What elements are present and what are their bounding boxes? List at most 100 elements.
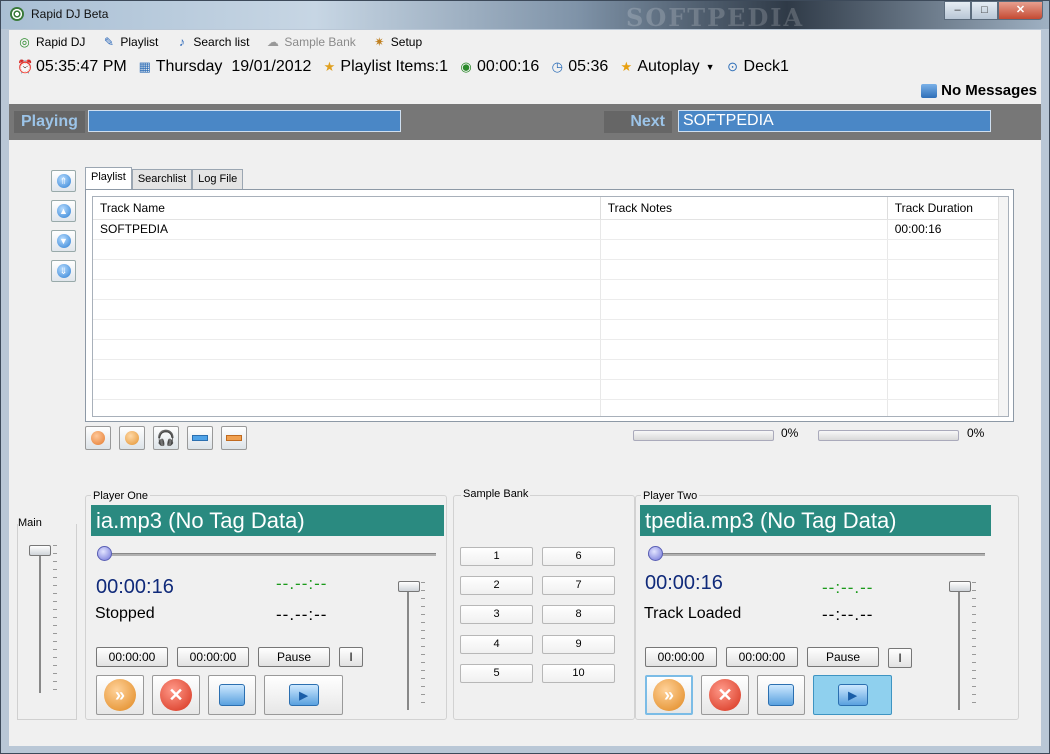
move-top-button[interactable]: ⇑ — [51, 170, 76, 192]
player-one-remaining: --.--:-- — [276, 605, 328, 624]
player-two-volume-track[interactable] — [958, 582, 960, 710]
total-time: ◉ 00:00:16 — [458, 58, 539, 76]
title-bar[interactable]: Rapid DJ Beta SOFTPEDIA – □ ✕ — [1, 1, 1049, 32]
player-two-start-time[interactable]: 00:00:00 — [645, 647, 717, 667]
cell-track-name: SOFTPEDIA — [93, 219, 601, 240]
player-one-seek-track[interactable] — [97, 553, 436, 556]
main-volume-track[interactable] — [39, 545, 41, 693]
player-two-title: tpedia.mp3 (No Tag Data) — [640, 505, 991, 536]
tab-searchlist[interactable]: Searchlist — [131, 169, 193, 189]
player-one-end-time[interactable]: 00:00:00 — [177, 647, 249, 667]
orange-bar-icon — [226, 435, 242, 441]
player-one-load-button[interactable]: » — [96, 675, 144, 715]
deck-selector[interactable]: ⊙ Deck1 — [725, 58, 789, 76]
minimize-button[interactable]: – — [944, 1, 971, 20]
cell-track-notes — [600, 219, 888, 240]
menu-sample-bank[interactable]: ☁ Sample Bank — [265, 34, 356, 50]
sample-button-2[interactable]: 2 — [460, 576, 533, 595]
move-bottom-button[interactable]: ⇓ — [51, 260, 76, 282]
deck-icon: ⊙ — [727, 59, 738, 74]
player-two-window-button[interactable] — [757, 675, 805, 715]
empty-row — [93, 339, 1008, 360]
close-button[interactable]: ✕ — [998, 1, 1043, 20]
remaining-time: ◷ 05:36 — [549, 58, 609, 76]
player-two-cue-button[interactable]: I — [888, 648, 912, 668]
calendar-icon: ▦ — [138, 59, 151, 74]
player-one-volume-slider[interactable] — [398, 581, 420, 593]
move-up-button[interactable]: ▲ — [51, 200, 76, 222]
progress-bar-1 — [633, 430, 774, 441]
player-one-title: ia.mp3 (No Tag Data) — [91, 505, 444, 536]
tab-strip: Playlist Searchlist Log File — [85, 167, 244, 189]
messages: No Messages — [921, 82, 1037, 99]
empty-row — [93, 359, 1008, 380]
close-red-icon: ✕ — [160, 679, 192, 711]
column-track-notes[interactable]: Track Notes — [600, 197, 888, 220]
player-two-load-button[interactable]: » — [645, 675, 693, 715]
player-two-end-time[interactable]: 00:00:00 — [726, 647, 798, 667]
player-two-seek-track[interactable] — [648, 553, 985, 556]
player-two-play-button[interactable]: ▶ — [813, 675, 892, 715]
remove-track-button[interactable] — [85, 426, 111, 450]
sample-button-5[interactable]: 5 — [460, 664, 533, 683]
menu-playlist[interactable]: ✎ Playlist — [101, 35, 159, 50]
play-icon: ▶ — [288, 684, 319, 706]
autoplay-dropdown[interactable]: ★ Autoplay ▼ — [618, 58, 715, 76]
sample-button-6[interactable]: 6 — [542, 547, 615, 566]
tab-playlist[interactable]: Playlist — [85, 167, 132, 189]
player-two-seek-knob[interactable] — [648, 546, 663, 561]
menu-rapid-dj[interactable]: ◎ Rapid DJ — [17, 35, 85, 50]
help-button[interactable] — [119, 426, 145, 450]
sample-button-10[interactable]: 10 — [542, 664, 615, 683]
player-one-start-time[interactable]: 00:00:00 — [96, 647, 168, 667]
orange-bar-button[interactable] — [221, 426, 247, 450]
player-one-state: Stopped — [95, 605, 155, 622]
now-playing-bar: Playing Next SOFTPEDIA — [9, 104, 1041, 140]
player-one-volume-track[interactable] — [407, 582, 409, 710]
player-one-play-button[interactable]: ▶ — [264, 675, 343, 715]
sample-button-1[interactable]: 1 — [460, 547, 533, 566]
sample-bank-label: Sample Bank — [461, 488, 531, 500]
watermark: SOFTPEDIA — [626, 3, 805, 32]
player-one-elapsed: --.--:-- — [276, 574, 328, 593]
player-two-stop-button[interactable]: ✕ — [701, 675, 749, 715]
close-red-icon: ✕ — [709, 679, 741, 711]
player-one-seek-knob[interactable] — [97, 546, 112, 561]
player-one-stop-button[interactable]: ✕ — [152, 675, 200, 715]
vertical-scrollbar[interactable] — [998, 197, 1008, 416]
empty-row — [93, 259, 1008, 280]
sample-button-3[interactable]: 3 — [460, 605, 533, 624]
client-area: ◎ Rapid DJ ✎ Playlist ♪ Search list ☁ Sample… — [9, 30, 1041, 746]
sample-button-4[interactable]: 4 — [460, 635, 533, 654]
player-one-cue-button[interactable]: I — [339, 647, 363, 667]
player-one-pause-button[interactable]: Pause — [258, 647, 330, 667]
sample-button-8[interactable]: 8 — [542, 605, 615, 624]
playlist-items: ★ Playlist Items:1 — [321, 58, 448, 76]
next-label: Next — [604, 111, 672, 133]
playlist-grid[interactable]: Track Name Track Notes Track Duration SO… — [92, 196, 1009, 417]
headphones-button[interactable]: 🎧 — [153, 426, 179, 450]
player-two-volume-slider[interactable] — [949, 581, 971, 593]
autoplay-star-icon: ★ — [620, 59, 633, 74]
double-chevron-down-icon: » — [104, 679, 136, 711]
sample-button-9[interactable]: 9 — [542, 635, 615, 654]
alarm-clock-icon: ⏰ — [17, 59, 34, 74]
move-down-button[interactable]: ▼ — [51, 230, 76, 252]
menu-setup[interactable]: ✷ Setup — [372, 35, 422, 50]
window-icon — [219, 684, 245, 706]
headphones-icon: 🎧 — [156, 430, 176, 447]
question-icon — [125, 431, 139, 445]
sample-button-7[interactable]: 7 — [542, 576, 615, 595]
blue-bar-button[interactable] — [187, 426, 213, 450]
player-one-window-button[interactable] — [208, 675, 256, 715]
column-track-name[interactable]: Track Name — [93, 197, 601, 220]
tab-log-file[interactable]: Log File — [192, 169, 244, 189]
progress-bar-2 — [818, 430, 959, 441]
main-volume-slider[interactable] — [29, 544, 51, 556]
menu-search-list[interactable]: ♪ Search list — [174, 35, 250, 50]
sample-bank-icon: ☁ — [266, 34, 279, 49]
column-track-duration[interactable]: Track Duration — [887, 197, 1008, 220]
table-row[interactable]: SOFTPEDIA 00:00:16 — [93, 219, 1008, 240]
maximize-button[interactable]: □ — [971, 1, 998, 20]
player-two-pause-button[interactable]: Pause — [807, 647, 879, 667]
